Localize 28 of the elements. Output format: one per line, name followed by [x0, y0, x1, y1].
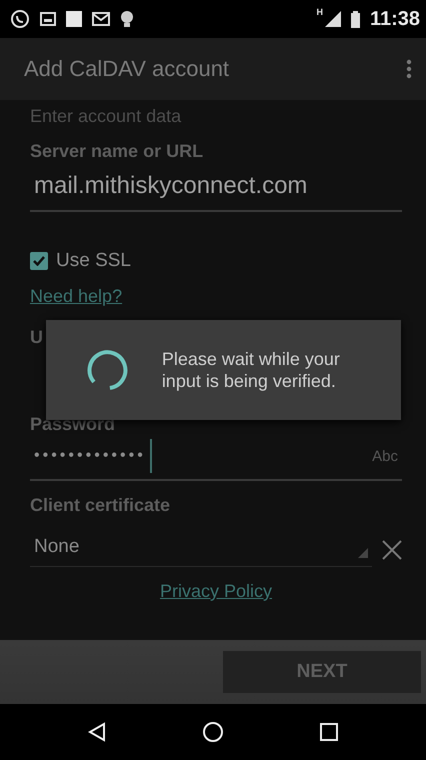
home-icon[interactable] — [202, 721, 224, 743]
password-field[interactable]: ••••••••••••• Abc — [30, 435, 402, 481]
certificate-dropdown[interactable]: None — [30, 532, 372, 567]
battery-icon — [350, 10, 360, 28]
privacy-policy-link[interactable]: Privacy Policy — [160, 581, 272, 602]
network-type: H — [316, 7, 323, 17]
dropdown-arrow-icon — [358, 548, 368, 558]
mail-icon — [92, 12, 110, 26]
square-icon — [66, 11, 82, 27]
recents-icon[interactable] — [320, 723, 338, 741]
server-field[interactable]: mail.mithiskyconnect.com — [30, 162, 402, 212]
overflow-menu-icon[interactable] — [406, 59, 412, 79]
back-icon[interactable] — [88, 722, 106, 742]
lightbulb-icon — [120, 10, 134, 28]
section-heading: Enter account data — [30, 106, 182, 127]
clock-time: 11:38 — [370, 8, 420, 30]
field-label: Client certificate — [30, 495, 172, 516]
field-label: Password — [30, 414, 116, 435]
dialog-message: Please wait while your input is being verified. — [162, 348, 341, 392]
close-icon[interactable] — [382, 540, 402, 560]
help-link[interactable]: Need help? — [30, 286, 122, 307]
field-label: U — [30, 327, 44, 348]
ssl-checkbox[interactable] — [30, 252, 48, 270]
field-label: Server name or URL — [30, 141, 204, 162]
app-title: Add CalDAV account — [24, 56, 230, 82]
checkbox-label: Use SSL — [56, 250, 131, 272]
signal-icon — [324, 11, 341, 27]
image-icon — [40, 12, 56, 26]
